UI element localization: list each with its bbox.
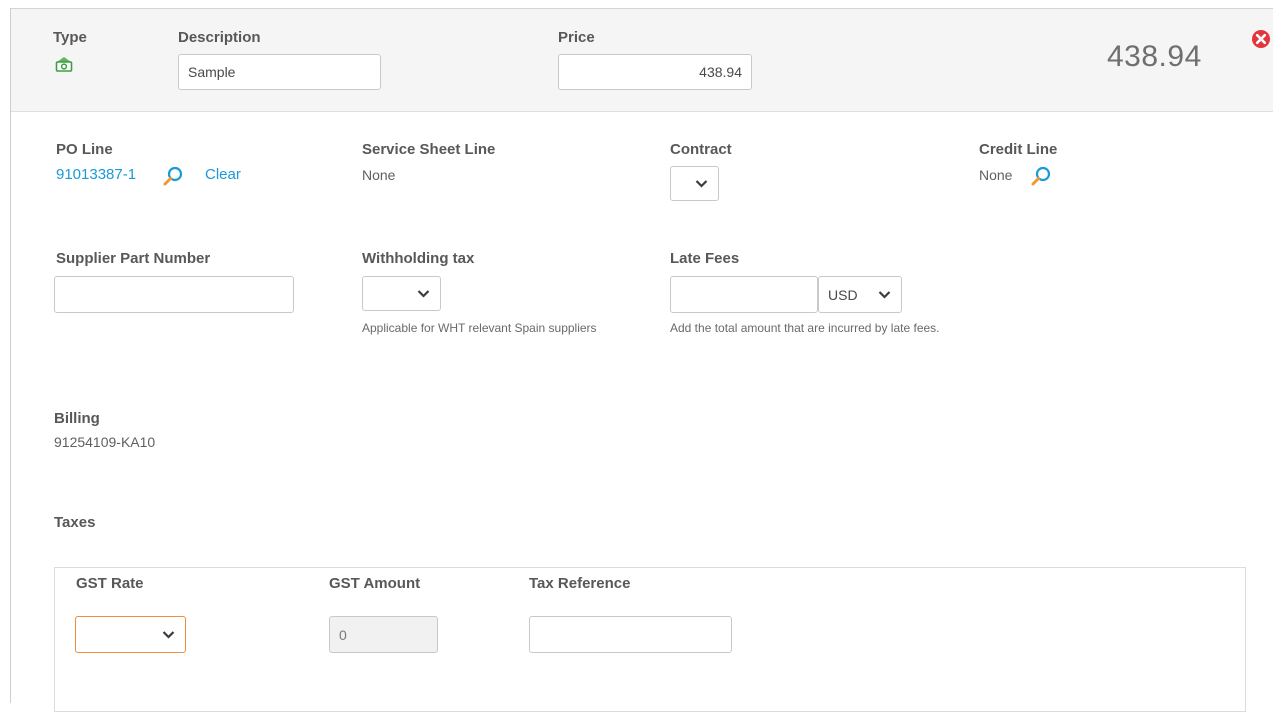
gst-amount-field (329, 616, 438, 653)
currency-selected-value: USD (828, 286, 858, 303)
withholding-tax-select[interactable] (362, 276, 441, 311)
contract-select[interactable] (670, 166, 719, 201)
clear-link[interactable]: Clear (205, 166, 241, 183)
supplier-part-number-label: Supplier Part Number (56, 250, 211, 267)
service-sheet-line-value: None (362, 167, 396, 183)
currency-select[interactable]: USD (818, 276, 902, 313)
billing-label: Billing (54, 410, 100, 427)
gst-rate-label: GST Rate (76, 575, 144, 592)
tax-reference-label: Tax Reference (529, 575, 631, 592)
chevron-down-icon (695, 180, 708, 188)
supplier-part-number-input[interactable] (54, 276, 294, 313)
search-icon[interactable] (161, 164, 185, 191)
remove-circle-icon[interactable] (1251, 29, 1271, 52)
late-fees-input[interactable] (670, 276, 818, 313)
gst-amount-label: GST Amount (329, 575, 421, 592)
chevron-down-icon (417, 290, 430, 298)
credit-line-value: None (979, 167, 1013, 183)
price-label: Price (558, 29, 595, 46)
late-fees-label: Late Fees (670, 250, 740, 267)
frame-border (10, 8, 11, 703)
search-icon[interactable] (1029, 164, 1053, 191)
gst-rate-select[interactable] (75, 616, 186, 653)
chevron-down-icon (878, 291, 891, 299)
withholding-tax-help: Applicable for WHT relevant Spain suppli… (362, 321, 597, 335)
withholding-tax-label: Withholding tax (362, 250, 475, 267)
line-total-amount: 438.94 (1107, 40, 1202, 73)
description-input[interactable] (178, 54, 381, 90)
type-label: Type (53, 29, 87, 46)
billing-value: 91254109-KA10 (54, 434, 156, 450)
chevron-down-icon (162, 631, 175, 639)
contract-label: Contract (670, 141, 732, 158)
po-line-link[interactable]: 91013387-1 (56, 166, 136, 183)
po-line-label: PO Line (56, 141, 113, 158)
service-sheet-line-label: Service Sheet Line (362, 141, 496, 158)
tax-reference-input[interactable] (529, 616, 732, 653)
price-input[interactable] (558, 54, 752, 90)
credit-line-label: Credit Line (979, 141, 1058, 158)
taxes-label: Taxes (54, 514, 96, 531)
late-fees-help: Add the total amount that are incurred b… (670, 321, 940, 335)
description-label: Description (178, 29, 261, 46)
money-icon (54, 54, 74, 77)
